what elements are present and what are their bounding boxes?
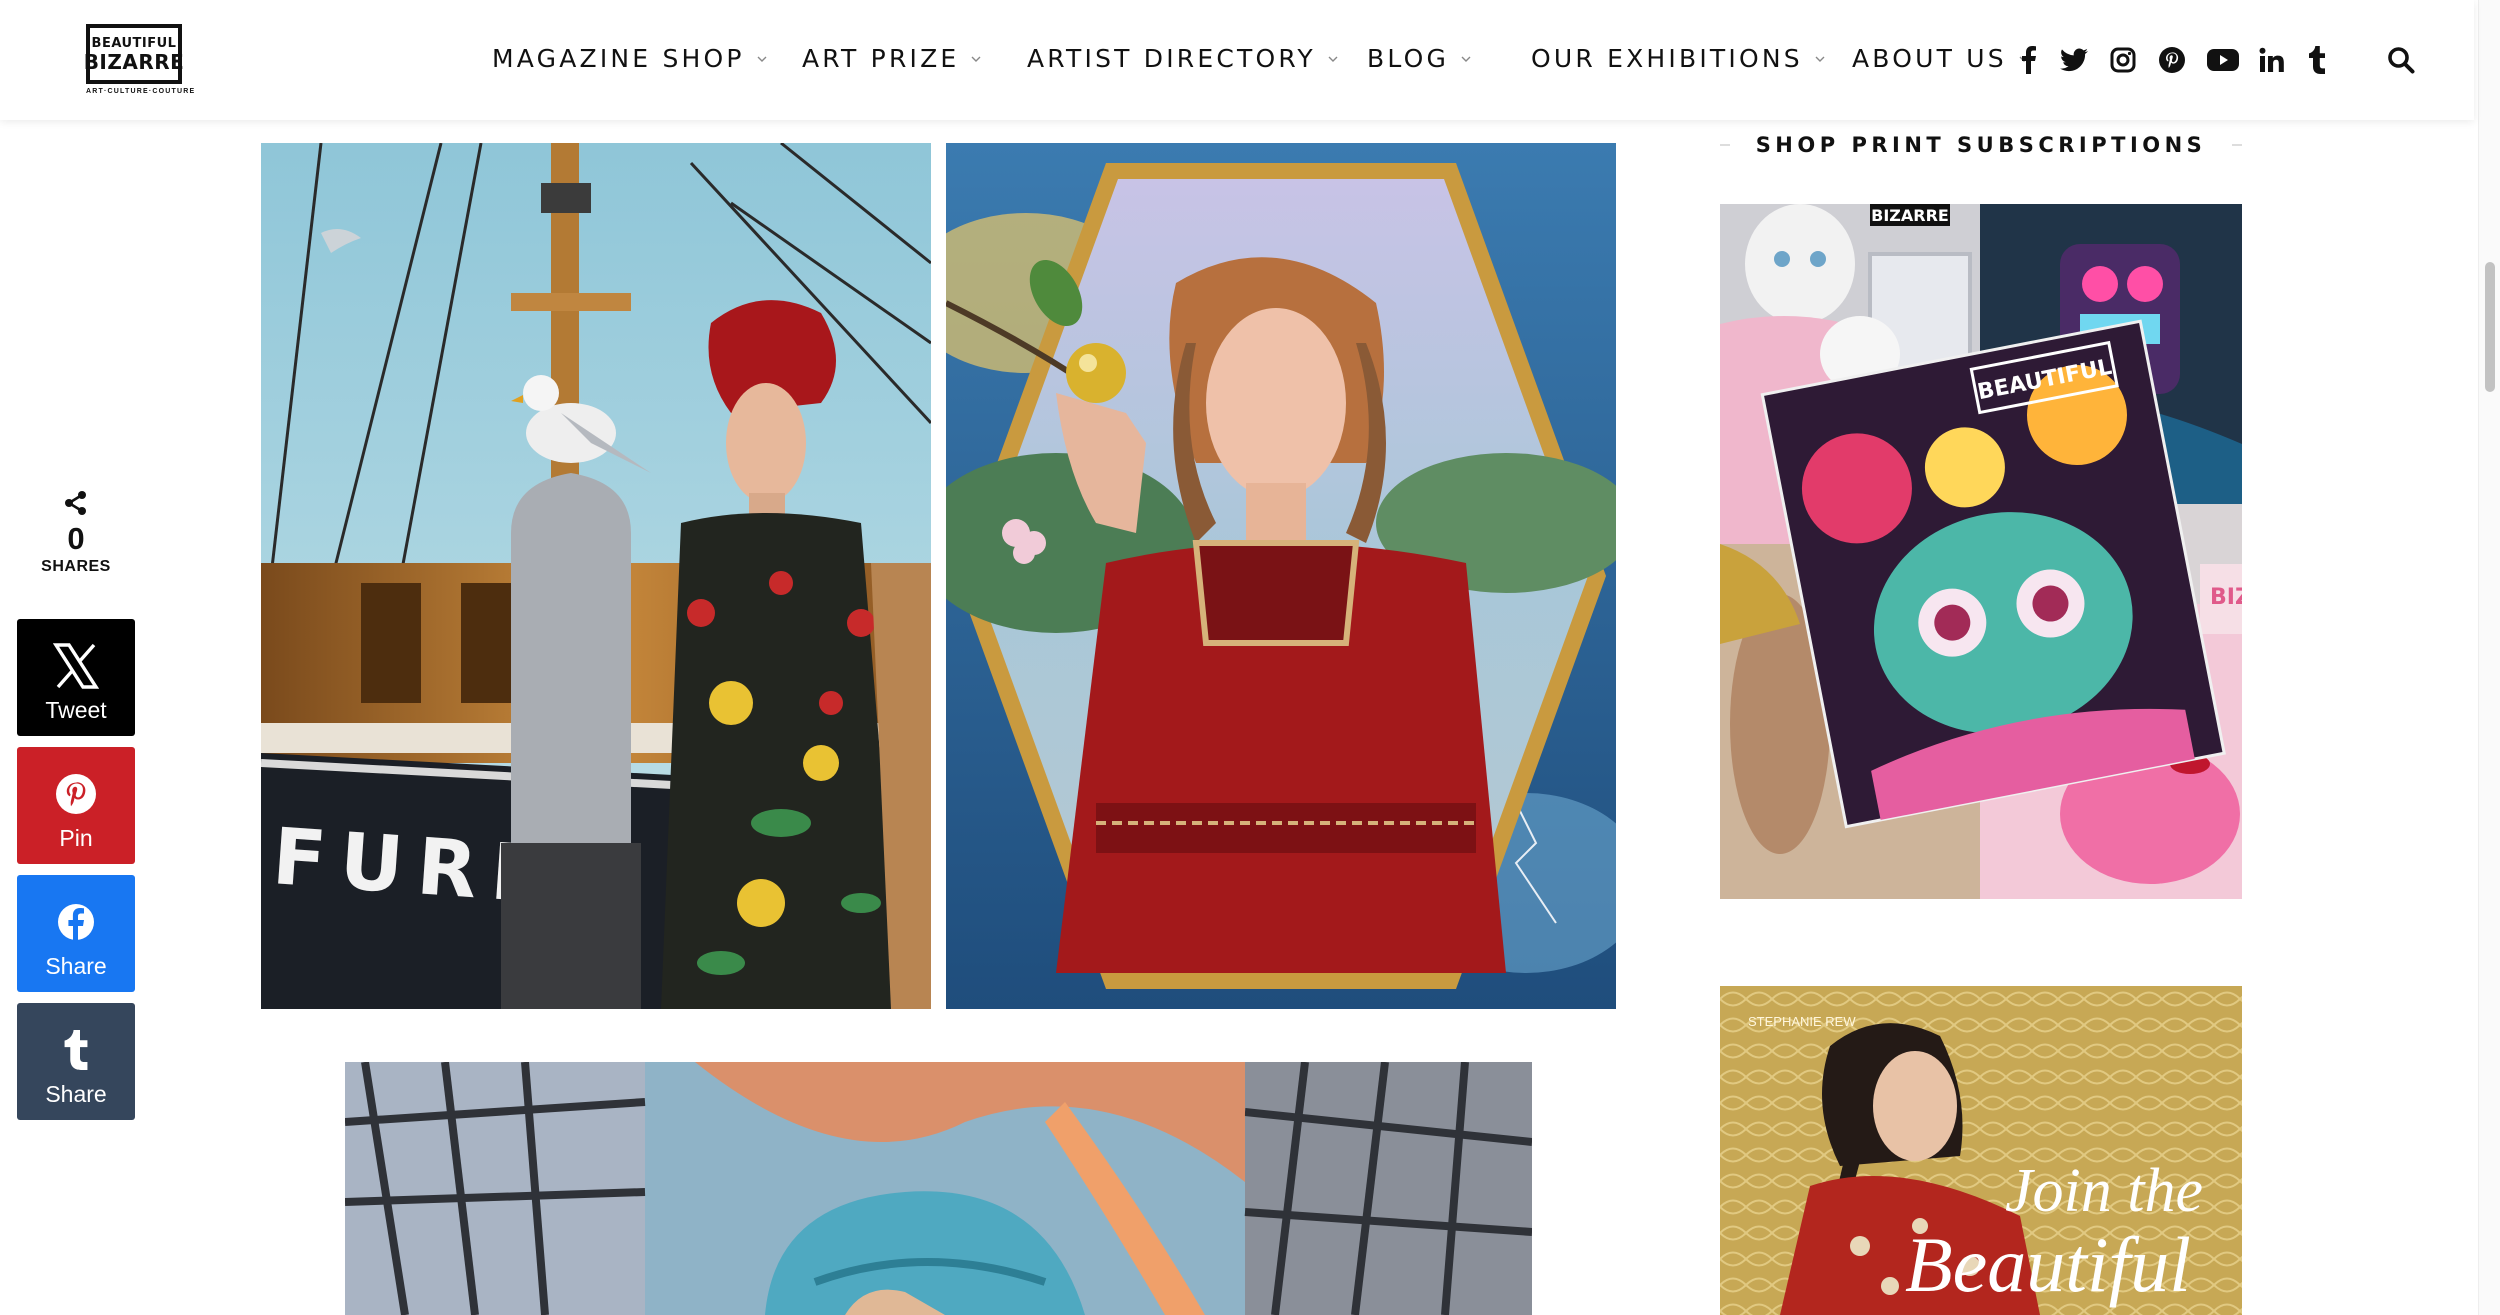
twitter-icon[interactable] <box>2058 44 2090 76</box>
facebook-icon[interactable] <box>2018 44 2040 76</box>
logo-wordmark: BEAUTIFUL BIZARRE <box>83 24 185 84</box>
share-counter: 0 SHARES <box>40 490 112 576</box>
nav-magazine-shop[interactable]: MAGAZINE SHOP <box>492 44 769 73</box>
print-subscriptions-promo[interactable]: BIZARRE BIZ BEAUTIFUL <box>1720 204 2242 899</box>
chevron-down-icon <box>1815 56 1825 62</box>
x-icon <box>53 643 99 689</box>
tumblr-icon[interactable] <box>2305 44 2329 76</box>
facebook-icon <box>58 904 94 940</box>
facebook-share-button[interactable]: Share <box>17 875 135 992</box>
pinterest-icon <box>56 774 96 814</box>
nav-artist-directory[interactable]: ARTIST DIRECTORY <box>1027 44 1340 73</box>
divider <box>2232 144 2242 146</box>
chevron-down-icon <box>971 56 981 62</box>
share-count-value: 0 <box>67 521 85 556</box>
promo-headline-line-2: Beautiful <box>1905 1221 2191 1308</box>
nav-about-us[interactable]: ABOUT US <box>1852 44 2031 73</box>
nav-label: BLOG <box>1367 44 1450 73</box>
chevron-down-icon <box>1328 56 1338 62</box>
tweet-button[interactable]: Tweet <box>17 619 135 736</box>
painting-woman-on-dock[interactable]: FURIE <box>261 143 931 1009</box>
share-button-label: Pin <box>59 825 93 851</box>
painting-woman-blue-headwrap[interactable] <box>345 1062 1532 1315</box>
site-logo[interactable]: BEAUTIFUL BIZARRE ART·CULTURE·COUTURE <box>83 24 196 98</box>
tumblr-share-button[interactable]: Share <box>17 1003 135 1120</box>
sidebar-heading-text: SHOP PRINT SUBSCRIPTIONS <box>1755 133 2207 157</box>
divider <box>1720 144 1730 146</box>
cover-masthead: BIZARRE <box>1871 206 1949 225</box>
scrollbar-thumb[interactable] <box>2485 262 2495 392</box>
linkedin-icon[interactable] <box>2258 44 2286 76</box>
chevron-down-icon <box>1461 56 1471 62</box>
page-scrollbar[interactable] <box>2478 0 2500 1315</box>
share-button-label: Share <box>45 1081 107 1107</box>
share-button-label: Tweet <box>45 697 107 723</box>
nav-label: ARTIST DIRECTORY <box>1027 44 1316 73</box>
promo-credit: STEPHANIE REW <box>1748 1014 1856 1029</box>
nav-our-exhibitions[interactable]: OUR EXHIBITIONS <box>1531 44 1827 73</box>
logo-line-1: BEAUTIFUL <box>91 35 177 51</box>
nav-art-prize[interactable]: ART PRIZE <box>802 44 983 73</box>
pin-button[interactable]: Pin <box>17 747 135 864</box>
cover-masthead: BIZ <box>2210 585 2242 610</box>
nav-label: ABOUT US <box>1852 44 2007 73</box>
sidebar-heading: SHOP PRINT SUBSCRIPTIONS <box>1720 130 2242 160</box>
nav-blog[interactable]: BLOG <box>1367 44 1473 73</box>
nav-label: MAGAZINE SHOP <box>492 44 745 73</box>
painting-woman-golden-apple[interactable] <box>946 143 1616 1009</box>
instagram-icon[interactable] <box>2108 44 2138 76</box>
logo-tagline: ART·CULTURE·COUTURE <box>86 88 196 95</box>
search-icon[interactable] <box>2384 44 2418 76</box>
join-the-beautiful-promo[interactable]: STEPHANIE REW Join the Beautiful <box>1720 986 2242 1315</box>
youtube-icon[interactable] <box>2206 44 2240 76</box>
site-header: BEAUTIFUL BIZARRE ART·CULTURE·COUTURE MA… <box>0 0 2474 120</box>
share-button-label: Share <box>45 953 107 979</box>
chevron-down-icon <box>757 56 767 62</box>
pinterest-icon[interactable] <box>2157 44 2187 76</box>
nav-label: OUR EXHIBITIONS <box>1531 44 1803 73</box>
share-icon <box>65 491 86 515</box>
nav-label: ART PRIZE <box>802 44 960 73</box>
promo-headline-line-1: Join the <box>2005 1157 2203 1225</box>
share-count-label: SHARES <box>41 558 111 575</box>
logo-line-2: BIZARRE <box>83 49 185 74</box>
tumblr-icon <box>64 1030 88 1070</box>
